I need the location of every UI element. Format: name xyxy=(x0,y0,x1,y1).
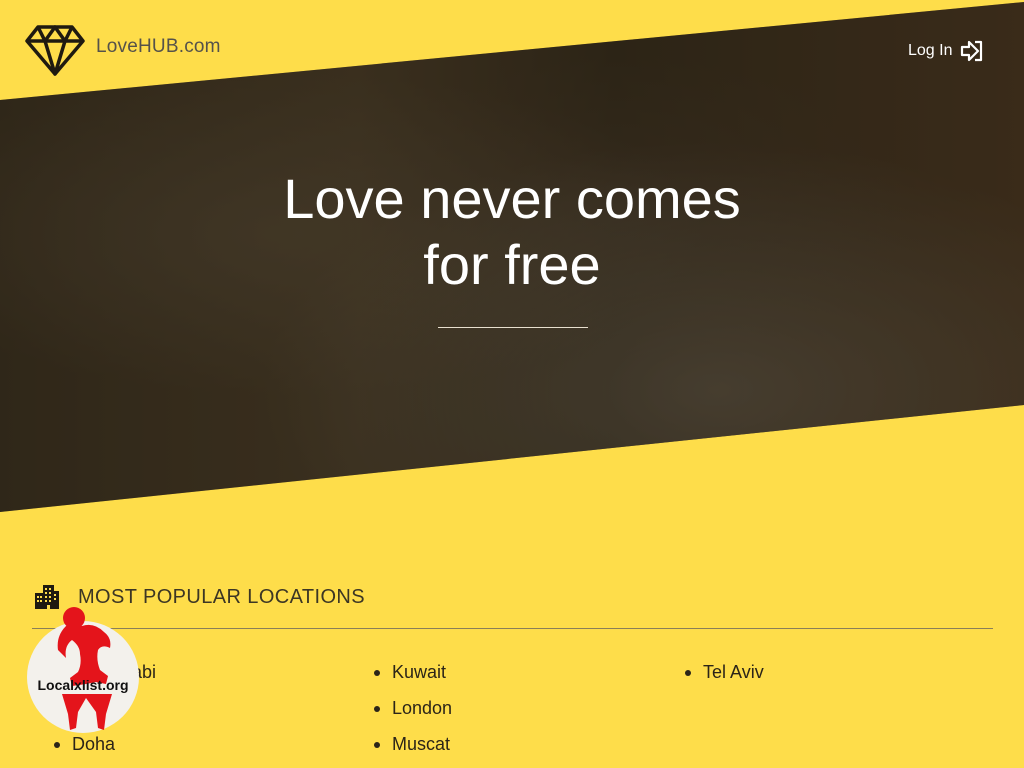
diamond-icon[interactable] xyxy=(25,24,85,76)
watermark-badge-icon: Localxlist.org xyxy=(27,607,139,733)
brand-name[interactable]: LoveHUB.com xyxy=(96,36,221,58)
location-item[interactable]: Doha xyxy=(54,732,156,768)
site-header: LoveHUB.com Log In xyxy=(0,0,1024,90)
location-item[interactable]: Muscat xyxy=(374,732,452,768)
watermark-logo: Localxlist.org xyxy=(26,604,141,734)
location-item[interactable]: Kuwait xyxy=(374,660,452,696)
section-divider xyxy=(32,628,993,629)
hero-title: Love never comes for free xyxy=(0,166,1024,298)
location-item[interactable]: Tel Aviv xyxy=(685,660,764,696)
hero-title-line-2: for free xyxy=(423,233,601,296)
watermark-text: Localxlist.org xyxy=(37,677,128,693)
hero-divider xyxy=(438,327,588,328)
location-item[interactable]: London xyxy=(374,696,452,732)
sign-in-icon xyxy=(961,40,983,62)
login-link[interactable]: Log In xyxy=(908,40,984,62)
hero-title-line-1: Love never comes xyxy=(283,167,741,230)
login-label: Log In xyxy=(908,42,953,59)
locations-column-3: Tel Aviv xyxy=(685,660,764,696)
locations-column-2: Kuwait London Muscat xyxy=(374,660,452,768)
